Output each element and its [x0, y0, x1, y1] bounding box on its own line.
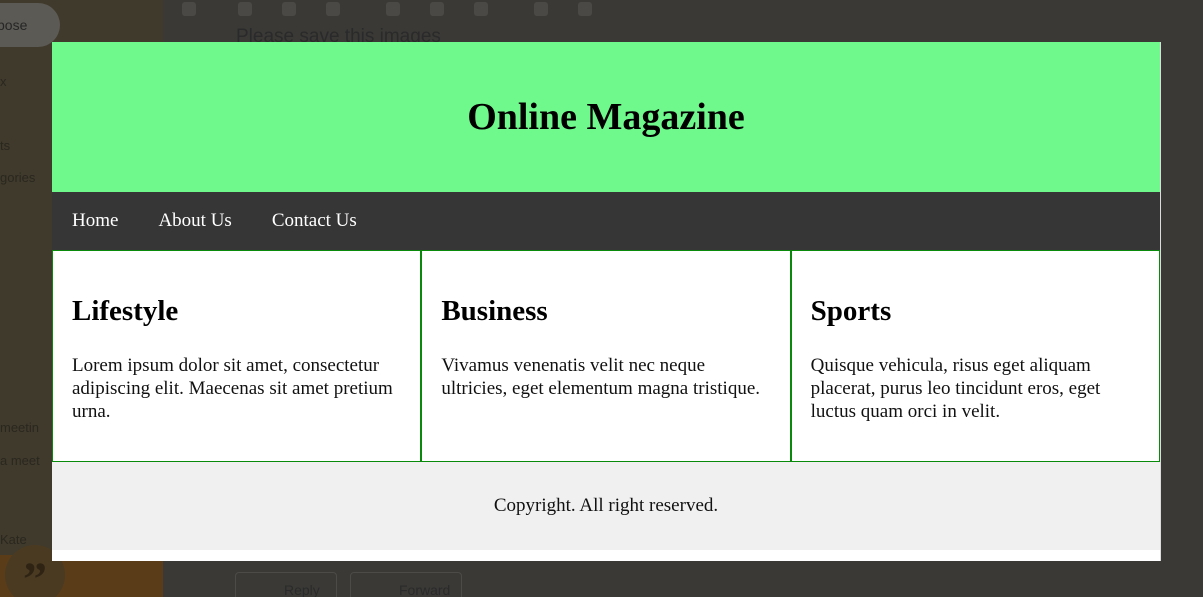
lifestyle-column: Lifestyle Lorem ipsum dolor sit amet, co… — [53, 251, 420, 461]
sports-heading: Sports — [810, 295, 892, 327]
copyright-text: Copyright. All right reserved. — [493, 495, 719, 516]
business-text: Vivamus venenatis velit nec neque ultric… — [441, 355, 761, 399]
back-icon[interactable] — [182, 2, 196, 16]
reply-button[interactable]: Reply — [235, 572, 337, 597]
lifestyle-heading: Lifestyle — [72, 295, 179, 327]
mark-unread-icon[interactable] — [386, 2, 400, 16]
move-icon[interactable] — [534, 2, 548, 16]
sidebar-label-chats[interactable]: ts — [0, 138, 10, 153]
snooze-icon[interactable] — [430, 2, 444, 16]
magazine-page-preview: Online Magazine Home About Us Contact Us… — [52, 42, 1160, 561]
preview-edge — [1160, 42, 1161, 561]
forward-button[interactable]: Forward — [350, 572, 462, 597]
compose-button[interactable]: pose — [0, 3, 60, 47]
sidebar-label-inbox[interactable]: x — [0, 74, 7, 89]
nav-contact-link[interactable]: Contact Us — [272, 210, 357, 232]
sports-text: Quisque vehicula, risus eget aliquam pla… — [810, 355, 1101, 422]
sidebar-label-contact[interactable]: Kate — [0, 532, 27, 547]
compose-label: pose — [0, 17, 28, 33]
sports-column: Sports Quisque vehicula, risus eget aliq… — [789, 251, 1159, 461]
article-columns: Lifestyle Lorem ipsum dolor sit amet, co… — [52, 250, 1160, 462]
sidebar-label-meeting[interactable]: meetin — [0, 420, 39, 435]
business-column: Business Vivamus venenatis velit nec neq… — [420, 251, 789, 461]
magazine-footer: Copyright. All right reserved. — [52, 462, 1160, 550]
lifestyle-text: Lorem ipsum dolor sit amet, consectetur … — [72, 355, 393, 422]
delete-icon[interactable] — [326, 2, 340, 16]
magazine-header: Online Magazine — [52, 42, 1160, 192]
page-title: Online Magazine — [467, 96, 745, 138]
label-icon[interactable] — [578, 2, 592, 16]
nav-about-link[interactable]: About Us — [158, 210, 231, 232]
business-heading: Business — [441, 295, 548, 327]
nav-home-link[interactable]: Home — [72, 210, 118, 232]
reply-label: Reply — [284, 582, 320, 597]
main-nav: Home About Us Contact Us — [52, 192, 1160, 250]
backdrop-toolbar — [170, 0, 1203, 18]
sidebar-label-meeting-2[interactable]: a meet — [0, 453, 40, 468]
sidebar-label-categories[interactable]: gories — [0, 170, 35, 185]
archive-icon[interactable] — [238, 2, 252, 16]
report-icon[interactable] — [282, 2, 296, 16]
forward-label: Forward — [399, 582, 451, 597]
add-task-icon[interactable] — [474, 2, 488, 16]
